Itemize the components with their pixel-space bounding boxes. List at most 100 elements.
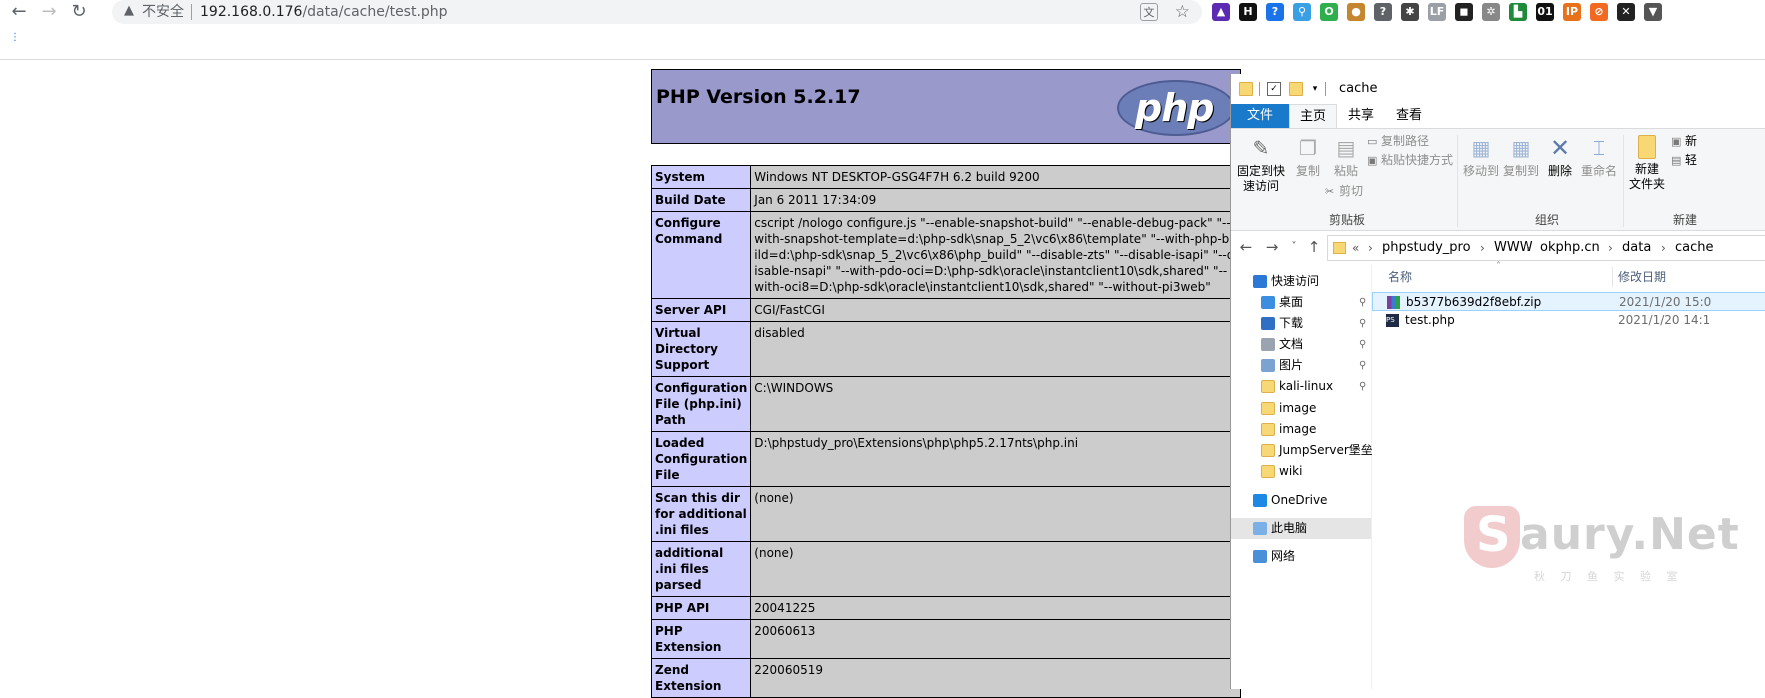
address-bar[interactable]: ▲ 不安全 192.168.0.176/data/cache/test.php …: [112, 0, 1202, 24]
easy-access-button[interactable]: ▤ 轻: [1671, 152, 1697, 169]
security-label[interactable]: 不安全: [142, 3, 184, 21]
forward-arrow-icon[interactable]: →: [38, 1, 60, 23]
breadcrumb-chevron-icon[interactable]: ›: [1608, 240, 1613, 256]
delete-x-icon: ✕: [1549, 134, 1571, 162]
nav-item-folder[interactable]: image: [1231, 398, 1371, 419]
nav-item-star[interactable]: 快速访问: [1231, 271, 1371, 292]
ext-hat-icon[interactable]: ▲: [1212, 3, 1230, 21]
delete-button[interactable]: ✕ 删除: [1543, 135, 1577, 179]
reload-icon[interactable]: ↻: [68, 1, 90, 23]
ext-lf-icon[interactable]: LF: [1428, 3, 1446, 21]
explorer-address-row: ← → ˅ ↑ « › phpstudy_pro › WWW › okphp.cn › dat…: [1231, 231, 1765, 265]
tab-share[interactable]: 共享: [1337, 104, 1385, 128]
nav-item-folder[interactable]: image: [1231, 419, 1371, 440]
nav-item-document[interactable]: 文档 ⚲: [1231, 334, 1371, 355]
ext-h-icon[interactable]: H: [1239, 3, 1257, 21]
column-header-modified[interactable]: 修改日期: [1618, 265, 1666, 289]
breadcrumb-chevron-icon[interactable]: ›: [1368, 240, 1373, 256]
copy-to-icon: ▦: [1511, 136, 1531, 160]
breadcrumb-chevron-icon[interactable]: ›: [1661, 240, 1666, 256]
ext-01-icon[interactable]: 01: [1536, 3, 1554, 21]
nav-item-network[interactable]: 网络: [1231, 546, 1371, 567]
ext-question-icon[interactable]: ?: [1266, 3, 1284, 21]
nav-item-label: JumpServer堡垒机: [1279, 443, 1385, 457]
new-folder-quick-icon[interactable]: [1289, 82, 1303, 96]
properties-icon[interactable]: ✓: [1267, 82, 1281, 96]
pin-quick-access-label: 固定到快 速访问: [1236, 164, 1285, 193]
warning-triangle-icon[interactable]: ▲: [124, 3, 140, 19]
tab-view[interactable]: 查看: [1385, 104, 1433, 128]
file-row[interactable]: b5377b639d2f8ebf.zip 2021/1/20 15:0: [1372, 292, 1765, 311]
paste-button[interactable]: ▤ 粘贴: [1327, 135, 1365, 179]
nav-item-computer[interactable]: 此电脑: [1231, 518, 1371, 539]
breadcrumb-chevron-icon[interactable]: ›: [1526, 240, 1531, 256]
sort-ascending-icon[interactable]: ˄: [1496, 261, 1501, 272]
bookmark-star-icon[interactable]: ☆: [1175, 1, 1190, 23]
copy-to-button[interactable]: ▦ 复制到: [1501, 135, 1541, 179]
copy-path-button[interactable]: ▭ 复制路径: [1367, 133, 1429, 150]
move-to-button[interactable]: ▦ 移动到: [1461, 135, 1501, 179]
column-separator[interactable]: [1612, 267, 1613, 287]
breadcrumb-item[interactable]: phpstudy_pro: [1382, 240, 1471, 256]
tab-home[interactable]: 主页: [1289, 104, 1337, 128]
folder-icon: [1261, 402, 1275, 415]
ext-ip-icon[interactable]: IP: [1563, 3, 1581, 21]
paste-shortcut-icon: ▣: [1367, 154, 1378, 167]
tab-file[interactable]: 文件: [1231, 104, 1289, 128]
pin-quick-access-button[interactable]: ✎ 固定到快 速访问: [1235, 135, 1287, 194]
customize-dropdown-icon[interactable]: ▾: [1308, 82, 1322, 96]
ext-mask-icon[interactable]: ◼: [1455, 3, 1473, 21]
apps-grid-icon[interactable]: ⋮: [10, 33, 20, 50]
nav-item-picture[interactable]: 图片 ⚲: [1231, 355, 1371, 376]
ext-wheel-icon[interactable]: ✲: [1482, 3, 1500, 21]
copy-button[interactable]: ❐ 复制: [1289, 135, 1327, 179]
breadcrumb-item[interactable]: cache: [1675, 240, 1714, 256]
nav-item-label: 文档: [1279, 337, 1304, 351]
file-row[interactable]: PS test.php 2021/1/20 14:1: [1372, 311, 1765, 330]
paste-shortcut-button[interactable]: ▣ 粘贴快捷方式: [1367, 152, 1453, 169]
nav-item-folder[interactable]: wiki: [1231, 461, 1371, 482]
paste-shortcut-label: 粘贴快捷方式: [1381, 153, 1454, 167]
explorer-back-icon[interactable]: ←: [1237, 237, 1255, 257]
breadcrumb-chevron-icon[interactable]: ›: [1480, 240, 1485, 256]
ext-x-icon[interactable]: ✕: [1617, 3, 1635, 21]
url-host: 192.168.0.176: [200, 4, 303, 20]
breadcrumb-item[interactable]: data: [1622, 240, 1651, 256]
phpinfo-row: PHP API 20041225: [650, 596, 1241, 620]
title-separator: [1259, 82, 1260, 96]
column-header-name[interactable]: 名称: [1388, 265, 1412, 289]
nav-item-cloud[interactable]: OneDrive: [1231, 490, 1371, 511]
ext-fox-icon[interactable]: ▼: [1644, 3, 1662, 21]
new-item-button[interactable]: ▣ 新: [1671, 133, 1697, 150]
rename-button[interactable]: ⌶ 重命名: [1579, 135, 1619, 179]
nav-item-download[interactable]: 下载 ⚲: [1231, 313, 1371, 334]
nav-item-folder[interactable]: JumpServer堡垒机: [1231, 440, 1385, 461]
breadcrumb-item[interactable]: okphp.cn: [1540, 240, 1600, 256]
star-icon: [1253, 275, 1267, 288]
ext-green-icon[interactable]: ▙: [1509, 3, 1527, 21]
explorer-forward-icon[interactable]: →: [1263, 237, 1281, 257]
new-folder-button[interactable]: 新建 文件夹: [1627, 135, 1667, 192]
nav-item-desktop[interactable]: 桌面 ⚲: [1231, 292, 1371, 313]
back-arrow-icon[interactable]: ←: [8, 1, 30, 23]
breadcrumb-overflow[interactable]: «: [1352, 240, 1359, 256]
phpinfo-label: Virtual Directory Support: [650, 321, 752, 377]
cut-button[interactable]: ✂ 剪切: [1325, 183, 1363, 200]
new-group-label: 新建: [1673, 213, 1698, 227]
ext-help-icon[interactable]: ?: [1374, 3, 1392, 21]
phpinfo-row: Build Date Jan 6 2011 17:34:09: [650, 188, 1241, 212]
up-folder-icon[interactable]: ↑: [1305, 237, 1323, 257]
phpinfo-value: cscript /nologo configure.js "--enable-s…: [750, 211, 1241, 299]
ext-cookie-icon[interactable]: ●: [1347, 3, 1365, 21]
recent-locations-icon[interactable]: ˅: [1285, 237, 1303, 257]
explorer-address-box[interactable]: « › phpstudy_pro › WWW › okphp.cn › data › cache: [1327, 235, 1765, 261]
phpinfo-value: C:\WINDOWS: [750, 376, 1241, 432]
translate-icon[interactable]: 文: [1140, 3, 1158, 21]
ext-pin-icon[interactable]: ⚲: [1293, 3, 1311, 21]
nav-item-folder[interactable]: kali-linux ⚲: [1231, 376, 1371, 397]
ext-orange-icon[interactable]: ⊘: [1590, 3, 1608, 21]
ext-ring-icon[interactable]: O: [1320, 3, 1338, 21]
url-text[interactable]: 192.168.0.176/data/cache/test.php: [200, 3, 448, 21]
ext-gear-icon[interactable]: ✱: [1401, 3, 1419, 21]
browser-toolbar: ← → ↻ ▲ 不安全 192.168.0.176/data/cache/tes…: [0, 0, 1765, 26]
